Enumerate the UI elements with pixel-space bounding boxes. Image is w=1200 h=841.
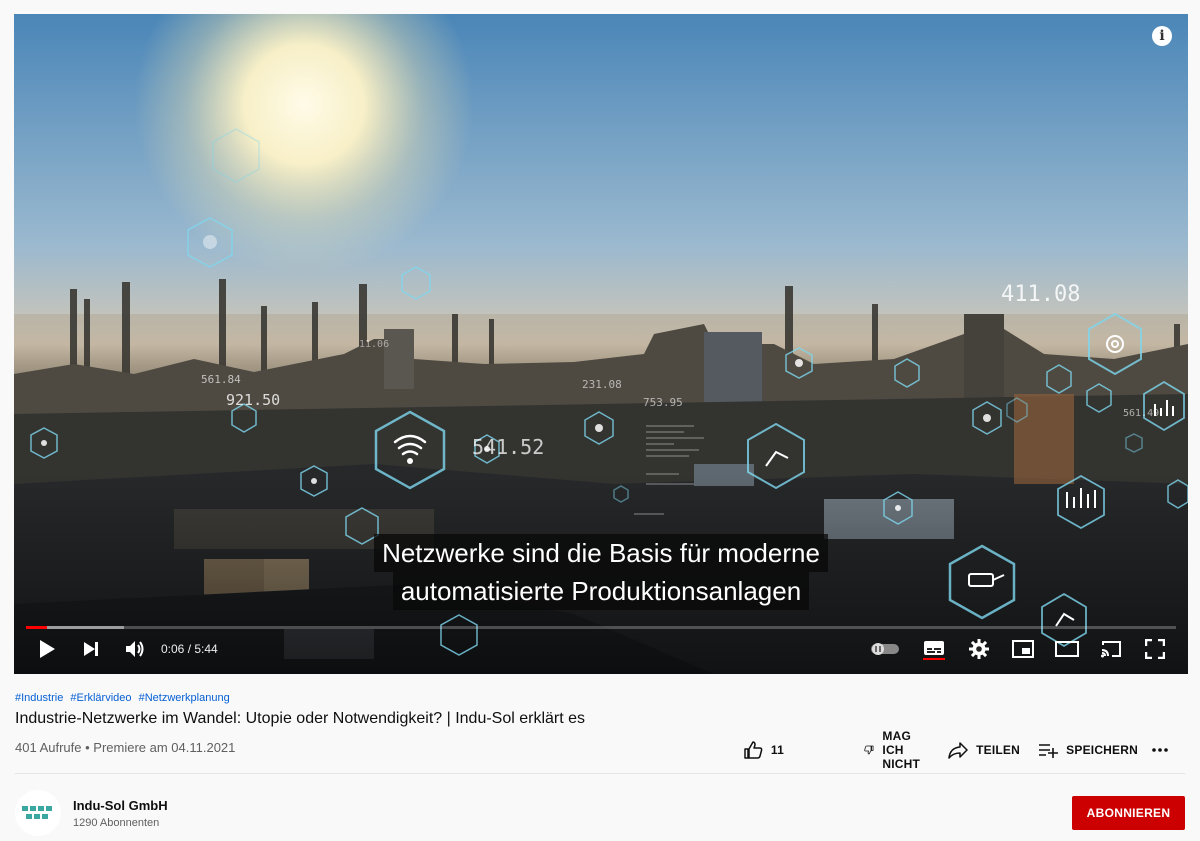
channel-avatar[interactable] bbox=[15, 790, 61, 836]
player-controls: 0:06 / 5:44 bbox=[14, 624, 1188, 674]
play-button[interactable] bbox=[32, 634, 62, 664]
divider bbox=[15, 773, 1185, 774]
theater-mode-button[interactable] bbox=[1052, 634, 1082, 664]
hashtag-link[interactable]: #Erklärvideo bbox=[70, 692, 131, 704]
overlay-number-1: 411.08 bbox=[1001, 282, 1080, 307]
channel-logo bbox=[22, 806, 52, 819]
autoplay-toggle-icon bbox=[871, 643, 899, 655]
hashtag-link[interactable]: #Industrie bbox=[15, 692, 63, 704]
overlay-number-6: 231.08 bbox=[582, 378, 622, 391]
share-icon bbox=[948, 742, 968, 759]
volume-button[interactable] bbox=[120, 634, 150, 664]
like-button[interactable]: 11 bbox=[743, 738, 784, 762]
dislike-button[interactable]: MAG ICH NICHT bbox=[864, 729, 930, 771]
share-label: TEILEN bbox=[976, 743, 1020, 757]
next-button[interactable] bbox=[76, 634, 106, 664]
cast-icon bbox=[1101, 641, 1121, 658]
thumbs-up-icon bbox=[744, 741, 763, 759]
video-player[interactable]: 411.08 541.52 921.50 561.84 753.95 231.0… bbox=[14, 14, 1188, 674]
subtitle-line-1: Netzwerke sind die Basis für moderne bbox=[374, 534, 828, 572]
more-actions-button[interactable] bbox=[1152, 738, 1176, 762]
play-icon bbox=[40, 640, 55, 658]
autoplay-toggle[interactable] bbox=[870, 634, 900, 664]
fullscreen-icon bbox=[1145, 639, 1165, 659]
next-icon bbox=[84, 642, 98, 656]
view-count-and-date: 401 Aufrufe • Premiere am 04.11.2021 bbox=[15, 740, 236, 755]
video-title: Industrie-Netzwerke im Wandel: Utopie od… bbox=[15, 710, 586, 727]
cast-button[interactable] bbox=[1096, 634, 1126, 664]
dislike-label: MAG ICH NICHT bbox=[882, 729, 921, 771]
fullscreen-button[interactable] bbox=[1140, 634, 1170, 664]
overlay-number-3: 921.50 bbox=[226, 391, 280, 409]
subtitle-caption: Netzwerke sind die Basis für moderne aut… bbox=[14, 534, 1188, 610]
gear-icon bbox=[969, 639, 989, 659]
thumbs-down-icon bbox=[864, 745, 874, 755]
volume-icon bbox=[126, 641, 144, 657]
theater-mode-icon bbox=[1055, 641, 1079, 657]
overlay-number-4: 561.84 bbox=[201, 373, 241, 386]
subscriber-count: 1290 Abonnenten bbox=[73, 817, 160, 829]
miniplayer-button[interactable] bbox=[1008, 634, 1038, 664]
info-icon[interactable]: i bbox=[1152, 26, 1172, 46]
overlay-number-5: 753.95 bbox=[643, 396, 683, 409]
overlay-number-7: 11.06 bbox=[359, 339, 389, 350]
channel-name[interactable]: Indu-Sol GmbH bbox=[73, 798, 168, 813]
like-count: 11 bbox=[770, 743, 784, 757]
subtitles-icon bbox=[923, 641, 945, 660]
time-display: 0:06 / 5:44 bbox=[161, 642, 218, 656]
overlay-number-8: 561.49 bbox=[1123, 408, 1159, 419]
more-horizontal-icon bbox=[1152, 748, 1168, 752]
playlist-add-icon bbox=[1039, 744, 1059, 758]
save-button[interactable]: SPEICHERN bbox=[1038, 738, 1138, 762]
hashtags: #Industrie #Erklärvideo #Netzwerkplanung bbox=[15, 692, 234, 704]
subtitles-button[interactable] bbox=[919, 634, 949, 664]
hashtag-link[interactable]: #Netzwerkplanung bbox=[139, 692, 230, 704]
settings-button[interactable] bbox=[964, 634, 994, 664]
subscribe-button[interactable]: ABONNIEREN bbox=[1072, 796, 1185, 830]
save-label: SPEICHERN bbox=[1066, 743, 1138, 757]
overlay-number-2: 541.52 bbox=[472, 435, 544, 459]
miniplayer-icon bbox=[1012, 640, 1034, 658]
subtitle-line-2: automatisierte Produktionsanlagen bbox=[392, 572, 810, 610]
share-button[interactable]: TEILEN bbox=[948, 738, 1020, 762]
